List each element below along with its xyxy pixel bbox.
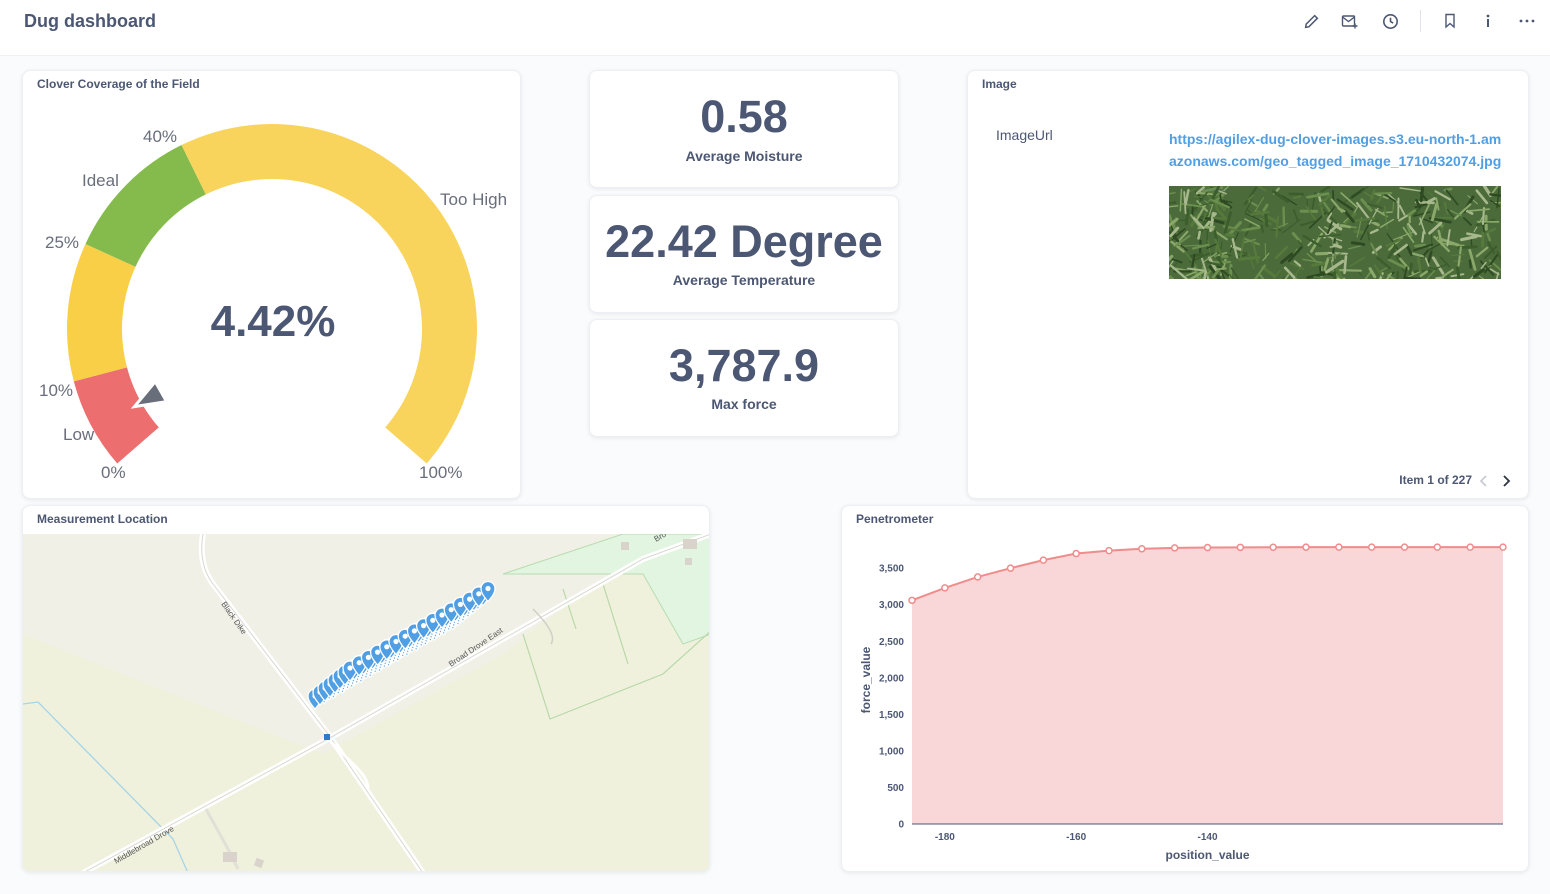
- scalar-value: 3,787.9: [668, 340, 820, 391]
- data-point[interactable]: [1400, 543, 1409, 551]
- clover-photo: [1169, 186, 1501, 279]
- info-icon: [1486, 14, 1490, 27]
- subscription-icon: [1341, 14, 1358, 28]
- scalar-card-max-force[interactable]: 3,787.9 Max force: [589, 319, 899, 437]
- x-tick-label: -160: [1066, 832, 1086, 843]
- gauge-value: 4.42%: [210, 297, 336, 346]
- more-button[interactable]: [1516, 10, 1538, 32]
- data-point[interactable]: [1335, 543, 1343, 551]
- scalar-card-moisture[interactable]: 0.58 Average Moisture: [589, 70, 899, 188]
- history-icon: [1382, 13, 1398, 29]
- toolbar-divider: [1420, 10, 1421, 32]
- gauge-tick-10: 10%: [39, 381, 74, 400]
- data-point[interactable]: [1105, 546, 1113, 555]
- data-point[interactable]: [1269, 543, 1277, 552]
- map-tiles: Black Dike Broad Drove East Middlebroad …: [23, 534, 709, 871]
- gauge-tick-40: 40%: [143, 127, 178, 146]
- more-icon: [1519, 19, 1535, 23]
- data-point[interactable]: [1203, 543, 1212, 552]
- data-point[interactable]: [1039, 556, 1048, 564]
- x-tick-label: -180: [935, 832, 955, 843]
- pager-label: Item 1 of 227: [1399, 473, 1472, 487]
- scalar-value: 22.42 Degree: [605, 216, 883, 267]
- next-button[interactable]: [1498, 472, 1514, 490]
- gauge-tick-25: 25%: [45, 233, 80, 252]
- data-point[interactable]: [908, 596, 916, 605]
- previous-button[interactable]: [1476, 472, 1492, 490]
- image-url-key: ImageUrl: [996, 127, 1053, 143]
- gauge-tick-0: 0%: [101, 463, 126, 482]
- image-url-link[interactable]: https://agilex-dug-clover-images.s3.eu-n…: [1169, 128, 1504, 172]
- scalar-value: 0.58: [700, 91, 788, 142]
- y-axis-title: force_value: [859, 646, 873, 713]
- map-card[interactable]: Measurement Location Black Dike Broad Dr…: [22, 505, 710, 872]
- gauge-segment-2: [85, 145, 206, 267]
- y-tick-label: 500: [887, 783, 904, 794]
- gauge-segment-low: Low: [63, 425, 95, 444]
- data-point[interactable]: [1006, 564, 1015, 572]
- image-card[interactable]: Image ImageUrl https://agilex-dug-clover…: [967, 70, 1529, 499]
- gauge-chart: [67, 124, 478, 464]
- x-axis-title: position_value: [1165, 848, 1249, 862]
- data-point[interactable]: [1170, 544, 1179, 552]
- scalar-label: Average Moisture: [685, 148, 803, 164]
- y-tick-label: 1,500: [879, 710, 904, 721]
- area-fill: [912, 547, 1503, 824]
- dashboard-title: Dug dashboard: [24, 11, 157, 31]
- y-tick-label: 1,000: [879, 746, 904, 757]
- data-point[interactable]: [1367, 543, 1376, 551]
- penetrometer-card[interactable]: Penetrometer 0 500 1,000 1,500 2,000 2,500 3,0…: [841, 505, 1529, 872]
- data-point[interactable]: [973, 573, 982, 581]
- map-view[interactable]: Black Dike Broad Drove East Middlebroad …: [23, 534, 709, 871]
- pencil-icon: [1304, 14, 1318, 28]
- data-point[interactable]: [1466, 543, 1474, 551]
- gauge-segment-0: [73, 367, 159, 464]
- image-card-title: Image: [982, 77, 1017, 91]
- y-tick-label: 3,000: [879, 600, 904, 611]
- gauge-pointer: [130, 378, 169, 409]
- gauge-segment-3: [181, 124, 478, 464]
- chevron-left-icon: [1479, 475, 1487, 487]
- x-tick-label: -140: [1197, 832, 1217, 843]
- gauge-segment-1: [67, 243, 136, 382]
- gauge-tick-100: 100%: [419, 463, 463, 482]
- y-tick-label: 2,500: [879, 637, 904, 648]
- data-point[interactable]: [1072, 549, 1080, 558]
- data-point[interactable]: [1302, 543, 1310, 551]
- scalar-label: Average Temperature: [672, 272, 816, 288]
- map-title: Measurement Location: [37, 512, 168, 526]
- edit-button[interactable]: [1300, 10, 1322, 32]
- subscriptions-button[interactable]: [1339, 10, 1361, 32]
- data-point[interactable]: [1499, 543, 1507, 551]
- dashboard-header: Dug dashboard: [0, 0, 1550, 56]
- y-tick-label: 2,000: [879, 673, 904, 684]
- info-button[interactable]: [1477, 10, 1499, 32]
- data-point[interactable]: [1138, 545, 1146, 553]
- scalar-card-temperature[interactable]: 22.42 Degree Average Temperature: [589, 195, 899, 313]
- gauge-card[interactable]: Clover Coverage of the Field 4.42% 40% I…: [22, 70, 521, 499]
- data-point[interactable]: [1433, 543, 1442, 551]
- penetrometer-chart: 0 500 1,000 1,500 2,000 2,500 3,000 3,500 -180 -1…: [859, 543, 1507, 862]
- chevron-right-icon: [1503, 475, 1511, 487]
- bookmark-button[interactable]: [1439, 10, 1461, 32]
- data-point[interactable]: [941, 584, 949, 592]
- history-button[interactable]: [1379, 10, 1401, 32]
- y-tick-label: 3,500: [879, 564, 904, 575]
- scalar-label: Max force: [711, 396, 777, 412]
- gauge-segment-too-high: Too High: [440, 190, 508, 209]
- gauge-segment-ideal: Ideal: [82, 171, 119, 190]
- y-tick-label: 0: [898, 820, 904, 831]
- clover-field-image[interactable]: [1169, 186, 1501, 279]
- data-point[interactable]: [1236, 543, 1245, 552]
- bookmark-icon: [1445, 13, 1455, 29]
